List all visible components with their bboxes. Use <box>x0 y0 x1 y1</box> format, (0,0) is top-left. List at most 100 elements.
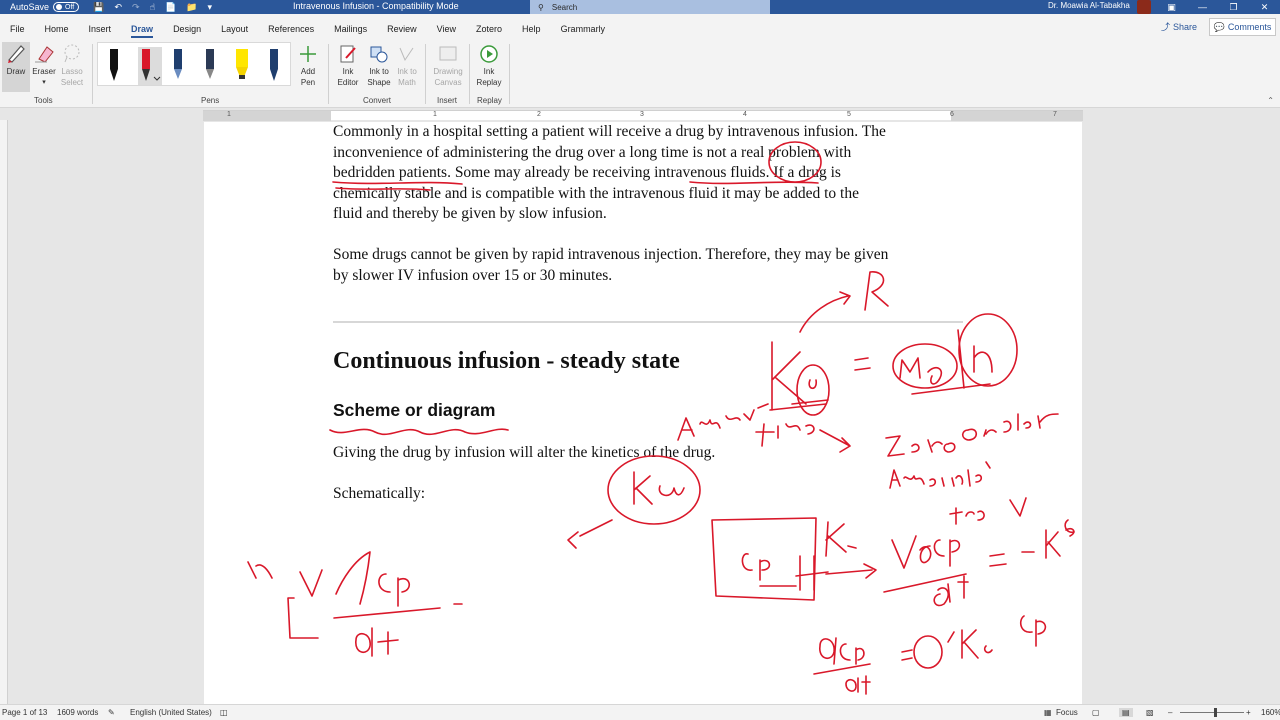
ruler-number: 1 <box>227 111 231 118</box>
lasso-select-button[interactable]: Lasso Select <box>58 42 86 88</box>
collapse-ribbon-icon[interactable]: ⌃ <box>1267 96 1274 105</box>
paragraph-2: Some drugs cannot be given by rapid intr… <box>333 245 963 286</box>
ruler-number: 1 <box>433 111 437 118</box>
accessibility-icon[interactable]: ◫ <box>220 708 228 717</box>
group-divider <box>328 44 329 104</box>
ruler-number: 5 <box>847 111 851 118</box>
vertical-ruler[interactable] <box>0 120 8 704</box>
ink-replay-button[interactable]: Ink Replay <box>474 44 504 88</box>
zoom-slider-thumb[interactable] <box>1214 708 1217 717</box>
draw-ribbon: Draw Eraser ▾ Lasso Select Tools Add Pen… <box>0 40 1280 108</box>
group-divider <box>92 44 93 104</box>
tools-group-label: Tools <box>34 96 53 105</box>
autosave-toggle[interactable]: Off <box>53 2 80 12</box>
tab-home[interactable]: Home <box>35 14 79 40</box>
status-bar: Page 1 of 13 1609 words ✎ English (Unite… <box>0 704 1280 720</box>
tab-draw[interactable]: Draw <box>121 14 163 40</box>
drawing-canvas-label-1: Drawing <box>433 67 463 76</box>
proofing-icon[interactable]: ✎ <box>108 708 115 717</box>
word-count[interactable]: 1609 words <box>57 708 98 717</box>
ink-to-math-button[interactable]: Ink to Math <box>395 44 419 88</box>
avatar[interactable] <box>1137 0 1151 14</box>
minimize-icon[interactable]: — <box>1187 0 1218 14</box>
pen-black-icon <box>110 49 118 81</box>
ink-to-shape-button[interactable]: Ink to Shape <box>365 44 393 88</box>
pen-navy[interactable] <box>266 47 282 85</box>
document-page[interactable]: Commonly in a hospital setting a patient… <box>204 122 1082 706</box>
close-icon[interactable]: ✕ <box>1249 0 1280 14</box>
title-bar: AutoSave Off 💾 ↶ ↷ ☝ 📄 📁 ▾ Intravenous I… <box>0 0 1280 14</box>
search-icon: ⚲ <box>538 2 544 12</box>
pen-black-1[interactable] <box>106 47 122 85</box>
lasso-icon <box>64 44 80 63</box>
eraser-button[interactable]: Eraser ▾ <box>31 42 57 88</box>
customize-qat-icon[interactable]: ▾ <box>207 2 212 13</box>
drawing-canvas-button[interactable]: Drawing Canvas <box>430 44 466 88</box>
ruler-number: 7 <box>1053 111 1057 118</box>
language[interactable]: English (United States) <box>130 708 212 717</box>
autosave-label: AutoSave <box>10 2 50 12</box>
pen-gray-pencil[interactable] <box>202 47 218 85</box>
tab-references[interactable]: References <box>258 14 324 40</box>
draw-tool-button[interactable]: Draw <box>2 42 30 92</box>
highlighter-icon <box>236 49 248 79</box>
group-divider <box>469 44 470 104</box>
zoom-out-icon[interactable]: – <box>1168 708 1172 717</box>
pen-blue-pencil[interactable] <box>170 47 186 85</box>
tab-design[interactable]: Design <box>163 14 211 40</box>
draw-pen-icon <box>8 45 25 63</box>
user-name[interactable]: Dr. Moawia Al-Tabakha <box>1048 1 1130 10</box>
ink-editor-button[interactable]: Ink Editor <box>333 44 363 88</box>
tab-insert[interactable]: Insert <box>79 14 122 40</box>
zoom-in-icon[interactable]: + <box>1246 708 1251 717</box>
insert-group-label: Insert <box>437 96 458 105</box>
pen-red-selected[interactable] <box>138 47 162 85</box>
print-layout-icon[interactable]: ▤ <box>1119 708 1133 717</box>
horizontal-ruler[interactable]: 1 1 2 3 4 5 6 7 <box>203 110 1083 121</box>
horizontal-rule <box>333 321 963 323</box>
page-count[interactable]: Page 1 of 13 <box>2 708 47 717</box>
highlighter-yellow[interactable] <box>234 47 250 85</box>
focus-icon[interactable]: ▦ <box>1044 708 1052 717</box>
autosave[interactable]: AutoSave Off <box>10 2 80 12</box>
share-label: Share <box>1173 21 1198 32</box>
plus-icon <box>300 46 316 62</box>
tab-help[interactable]: Help <box>512 14 551 40</box>
new-doc-icon[interactable]: 📄 <box>165 2 176 13</box>
ribbon-display-icon[interactable]: ▣ <box>1156 0 1187 14</box>
lasso-label-1: Lasso <box>61 67 83 76</box>
drawing-canvas-icon <box>439 46 457 61</box>
tab-mailings[interactable]: Mailings <box>324 14 377 40</box>
ribbon-tabs: File Home Insert Draw Design Layout Refe… <box>0 14 1280 40</box>
zoom-level[interactable]: 160% <box>1261 708 1280 717</box>
tab-review[interactable]: Review <box>377 14 427 40</box>
comments-button[interactable]: 💬 Comments <box>1209 18 1276 36</box>
read-mode-icon[interactable]: ▢ <box>1092 708 1100 717</box>
tab-layout[interactable]: Layout <box>211 14 258 40</box>
convert-group-label: Convert <box>363 96 392 105</box>
ink-editor-icon <box>340 45 356 63</box>
save-icon[interactable]: 💾 <box>93 2 104 13</box>
tab-view[interactable]: View <box>427 14 466 40</box>
restore-icon[interactable]: ❐ <box>1218 0 1249 14</box>
web-layout-icon[interactable]: ▧ <box>1146 708 1154 717</box>
undo-icon[interactable]: ↶ <box>114 2 122 13</box>
open-icon[interactable]: 📁 <box>186 2 197 13</box>
focus-label[interactable]: Focus <box>1056 708 1078 717</box>
tab-file[interactable]: File <box>0 14 35 40</box>
touch-mode-icon[interactable]: ☝ <box>150 2 155 13</box>
redo-icon[interactable]: ↷ <box>132 2 140 13</box>
tab-grammarly[interactable]: Grammarly <box>551 14 616 40</box>
add-pen-button[interactable]: Add Pen <box>296 44 320 88</box>
add-pen-label-2: Pen <box>300 78 316 87</box>
search-placeholder: Search <box>551 2 578 12</box>
tab-zotero[interactable]: Zotero <box>466 14 512 40</box>
ink-editor-label-1: Ink <box>342 67 354 76</box>
heading-continuous-infusion: Continuous infusion - steady state <box>333 348 680 374</box>
zoom-slider[interactable] <box>1180 712 1244 713</box>
share-button[interactable]: ⤴ Share <box>1161 20 1197 33</box>
ink-to-math-label-2: Math <box>398 78 416 87</box>
replay-group-label: Replay <box>477 96 502 105</box>
search-box[interactable]: ⚲ Search <box>530 0 770 14</box>
draw-label: Draw <box>6 67 26 76</box>
